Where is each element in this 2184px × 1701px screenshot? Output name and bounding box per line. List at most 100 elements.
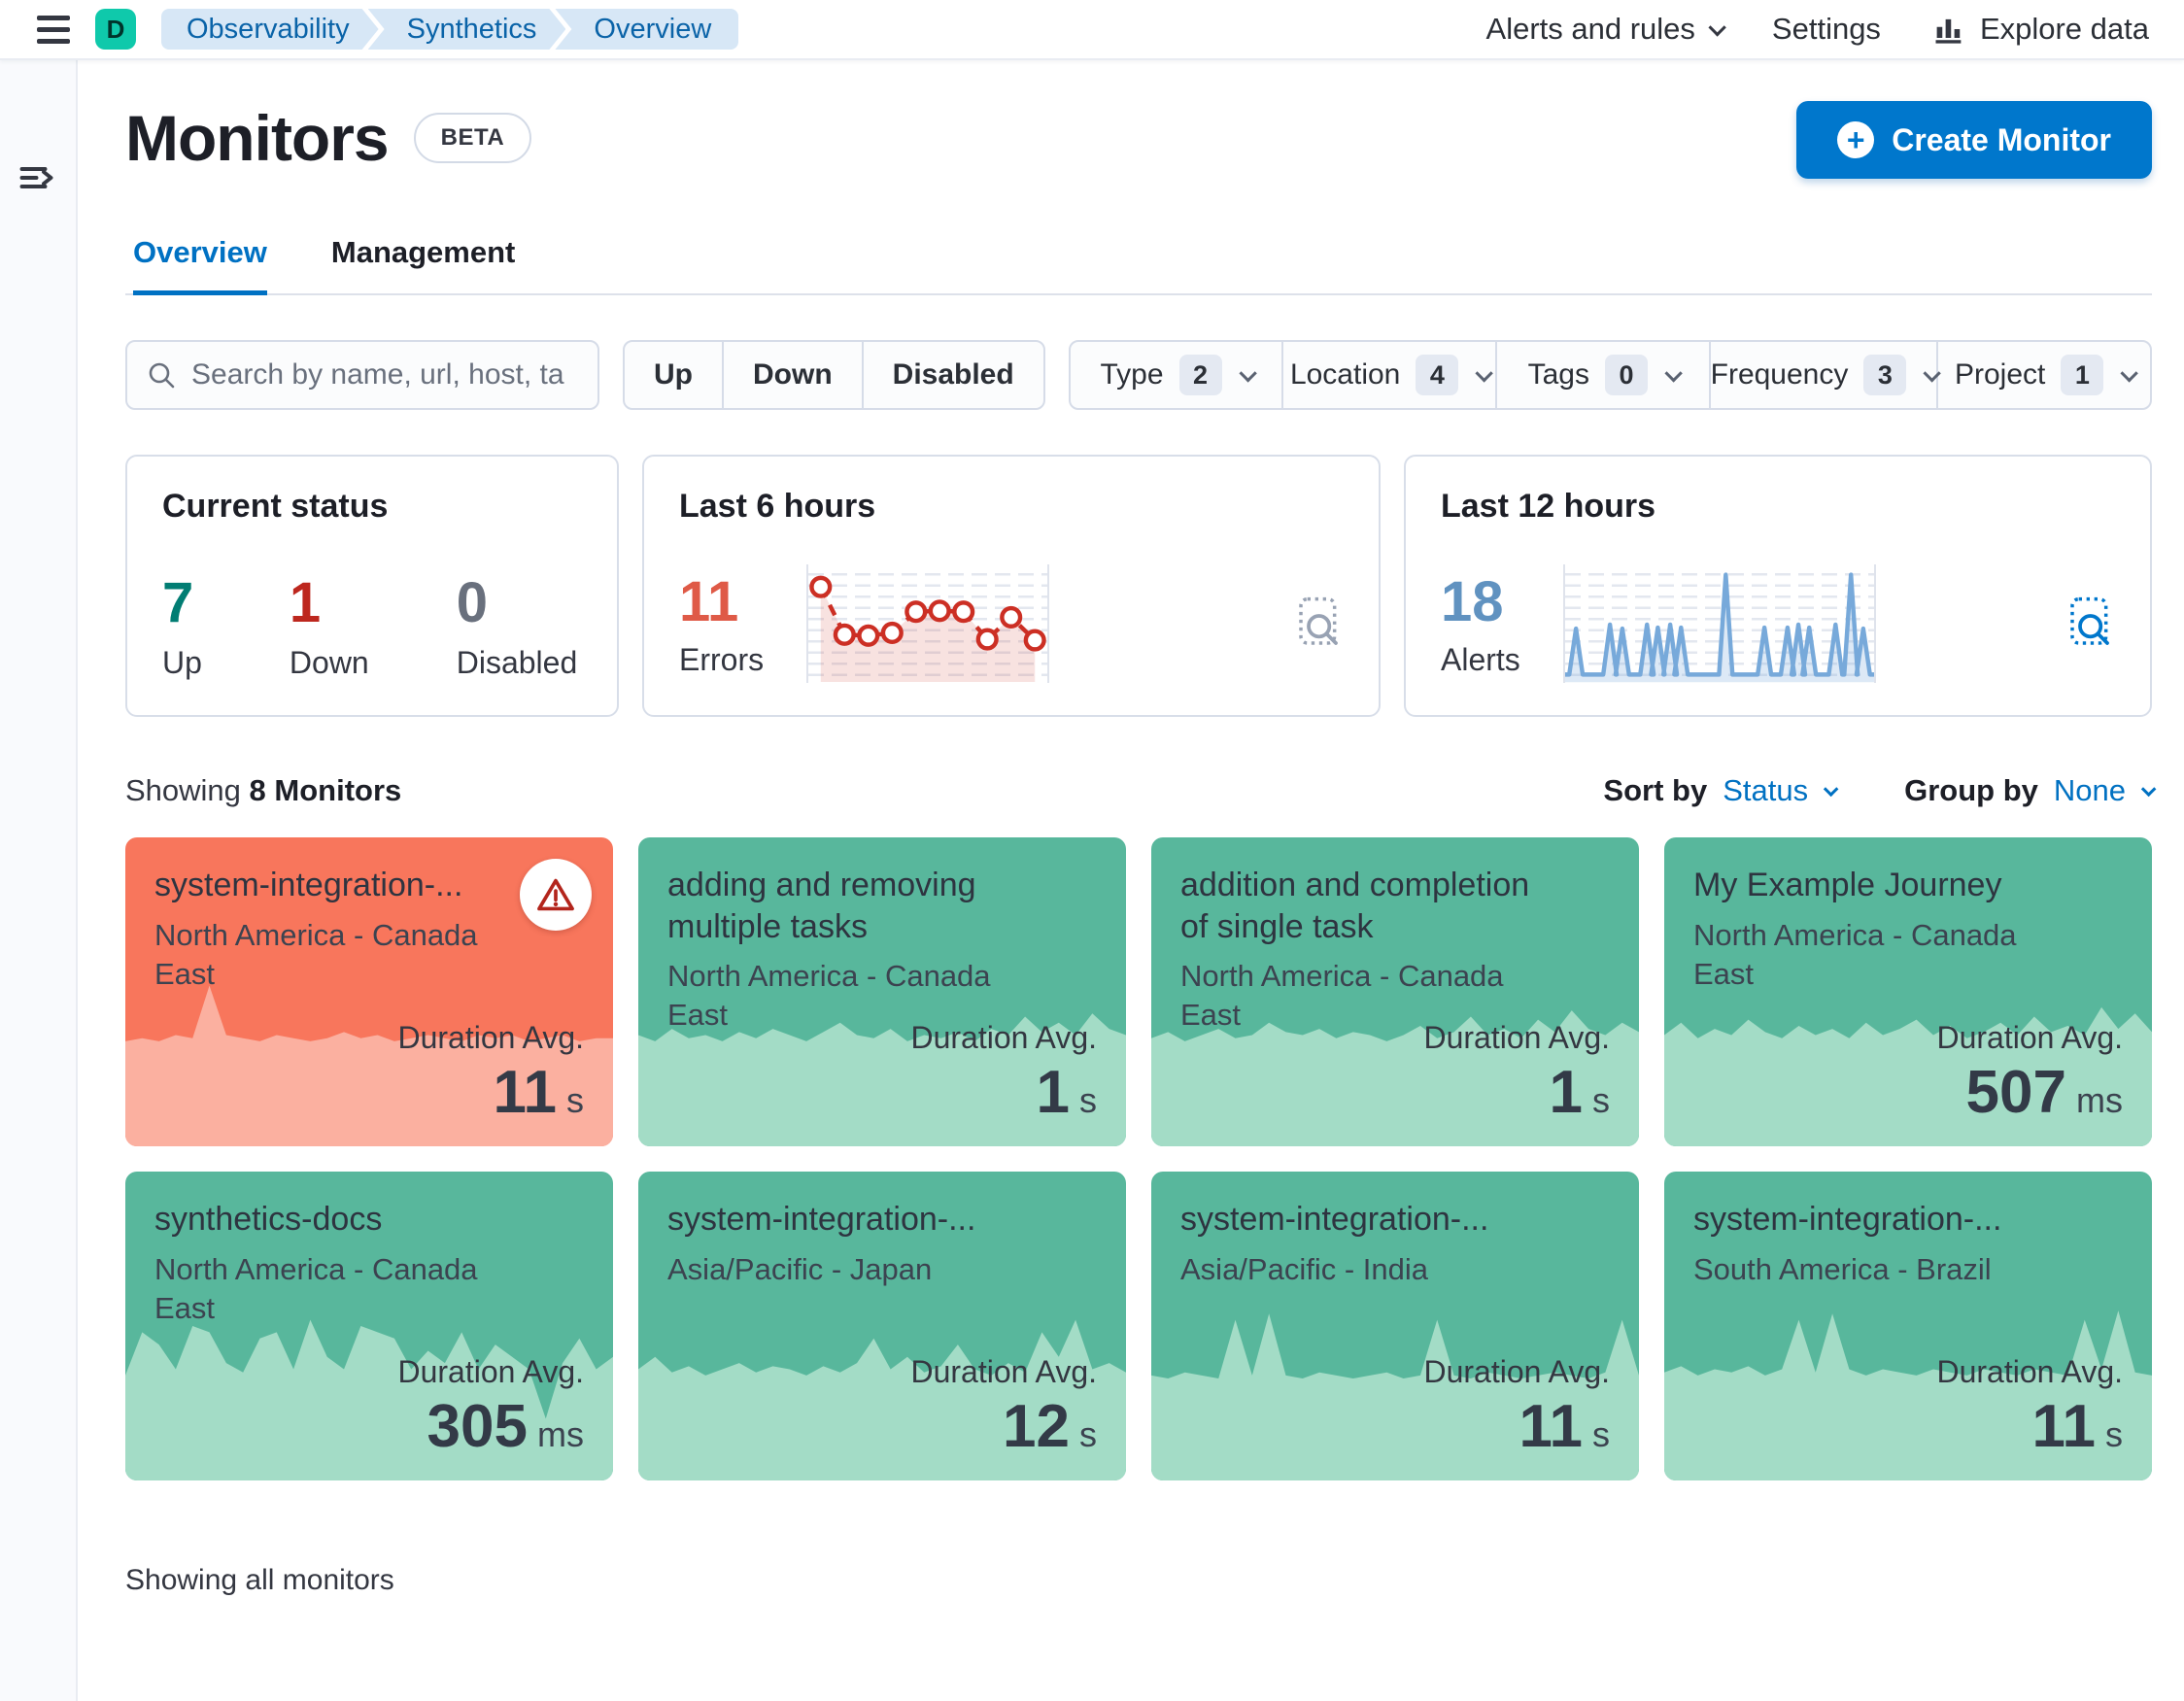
last-6-hours-title: Last 6 hours — [679, 488, 876, 525]
filter-tags[interactable]: Tags 0 — [1494, 342, 1709, 408]
duration-unit: s — [1592, 1414, 1610, 1454]
up-stat: 7 Up — [162, 570, 202, 681]
last-12-hours-title: Last 12 hours — [1441, 488, 1656, 525]
monitor-location: North America - Canada East — [154, 1251, 478, 1325]
monitor-card[interactable]: My Example Journey North America - Canad… — [1664, 837, 2152, 1146]
inspect-icon[interactable] — [2068, 595, 2115, 653]
monitor-name: system-integration-... — [154, 867, 463, 903]
duration-unit: s — [2105, 1414, 2123, 1454]
create-monitor-label: Create Monitor — [1892, 121, 2111, 157]
filter-frequency[interactable]: Frequency 3 — [1708, 342, 1942, 408]
filter-disabled-button[interactable]: Disabled — [861, 342, 1043, 408]
alerts-and-rules-menu[interactable]: Alerts and rules — [1486, 12, 1726, 47]
filter-down-button[interactable]: Down — [722, 342, 862, 408]
warning-icon — [537, 878, 574, 911]
collapsed-sidebar — [0, 60, 78, 1701]
beta-badge: BETA — [413, 113, 532, 163]
duration-value: 305 — [427, 1393, 528, 1460]
hamburger-menu-icon[interactable] — [37, 15, 70, 44]
duration-value: 1 — [1036, 1059, 1070, 1126]
group-by-select[interactable]: Group by None — [1904, 773, 2157, 808]
duration-unit: s — [1079, 1414, 1097, 1454]
monitor-card[interactable]: system-integration-... Asia/Pacific - Ja… — [638, 1172, 1126, 1480]
settings-link[interactable]: Settings — [1772, 12, 1881, 47]
filter-project[interactable]: Project 1 — [1936, 342, 2150, 408]
down-count: 1 — [289, 571, 322, 634]
duration-value: 11 — [2031, 1393, 2096, 1460]
sort-by-select[interactable]: Sort by Status — [1603, 773, 1839, 808]
explore-data-label: Explore data — [1979, 12, 2149, 46]
warning-badge — [520, 859, 592, 931]
filter-project-count: 1 — [2061, 355, 2104, 395]
monitor-location: Asia/Pacific - India — [1180, 1251, 1428, 1286]
filter-type[interactable]: Type 2 — [1071, 342, 1282, 408]
down-stat: 1 Down — [290, 570, 369, 681]
chevron-down-icon — [2120, 363, 2139, 383]
chevron-down-icon — [1664, 363, 1683, 383]
monitor-card[interactable]: system-integration-... North America - C… — [125, 837, 613, 1146]
errors-count: 11 — [679, 570, 739, 633]
filter-location-label: Location — [1289, 358, 1401, 391]
tab-overview[interactable]: Overview — [133, 235, 267, 295]
filter-up-button[interactable]: Up — [625, 342, 722, 408]
monitor-name: system-integration-... — [667, 1201, 976, 1238]
filter-type-count: 2 — [1178, 355, 1222, 395]
filter-location[interactable]: Location 4 — [1281, 342, 1495, 408]
last-6-hours-card: Last 6 hours 11 Errors — [642, 455, 1381, 717]
filter-frequency-label: Frequency — [1710, 358, 1849, 391]
tab-management[interactable]: Management — [331, 235, 515, 293]
sidebar-expand-icon[interactable] — [17, 157, 58, 198]
explore-data-link[interactable]: Explore data — [1931, 12, 2149, 47]
disabled-stat: 0 Disabled — [457, 570, 578, 681]
duration-unit: s — [566, 1080, 584, 1120]
group-by-value: None — [2053, 773, 2126, 807]
duration-avg-label: Duration Avg. — [910, 1354, 1097, 1389]
chevron-down-icon — [1823, 781, 1839, 797]
monitor-name: synthetics-docs — [154, 1201, 383, 1238]
monitor-card[interactable]: adding and removing multiple tasks North… — [638, 837, 1126, 1146]
search-box — [125, 340, 599, 410]
breadcrumb-synthetics[interactable]: Synthetics — [368, 9, 566, 50]
duration-value: 507 — [1965, 1059, 2066, 1126]
create-monitor-button[interactable]: + Create Monitor — [1796, 101, 2152, 179]
monitor-card[interactable]: addition and completion of single task N… — [1151, 837, 1639, 1146]
monitor-card[interactable]: system-integration-... South America - B… — [1664, 1172, 2152, 1480]
filter-location-count: 4 — [1416, 355, 1459, 395]
global-header: D Observability Synthetics Overview Aler… — [0, 0, 2184, 60]
inspect-icon[interactable] — [1297, 595, 1344, 653]
filter-tags-count: 0 — [1604, 355, 1648, 395]
monitor-card[interactable]: synthetics-docs North America - Canada E… — [125, 1172, 613, 1480]
monitor-name: system-integration-... — [1180, 1201, 1489, 1238]
duration-avg-label: Duration Avg. — [1423, 1020, 1610, 1055]
filter-frequency-count: 3 — [1863, 355, 1907, 395]
search-input[interactable] — [191, 358, 578, 391]
errors-label: Errors — [679, 642, 765, 677]
showing-monitors-text: Showing 8 Monitors — [125, 773, 402, 807]
monitor-location: Asia/Pacific - Japan — [667, 1251, 933, 1286]
duration-avg-label: Duration Avg. — [1423, 1354, 1610, 1389]
last-12-hours-card: Last 12 hours 18 Alerts — [1404, 455, 2152, 717]
filter-tags-label: Tags — [1527, 358, 1589, 391]
duration-avg-label: Duration Avg. — [397, 1354, 584, 1389]
search-icon — [149, 362, 175, 389]
monitor-card[interactable]: system-integration-... Asia/Pacific - In… — [1151, 1172, 1639, 1480]
monitor-location: North America - Canada East — [1693, 917, 2017, 991]
monitor-name: adding and removing multiple tasks — [667, 867, 976, 945]
sort-by-value: Status — [1723, 773, 1809, 807]
monitor-grid: system-integration-... North America - C… — [125, 837, 2152, 1480]
duration-unit: s — [1592, 1080, 1610, 1120]
disabled-count: 0 — [456, 571, 488, 634]
monitor-location: North America - Canada East — [154, 917, 478, 991]
page-title: Monitors — [125, 102, 390, 174]
avatar[interactable]: D — [95, 9, 136, 50]
errors-metric: 11 Errors — [679, 569, 764, 678]
duration-value: 1 — [1549, 1059, 1583, 1126]
breadcrumb-overview[interactable]: Overview — [555, 9, 739, 50]
down-label: Down — [289, 645, 369, 680]
breadcrumb-observability[interactable]: Observability — [161, 9, 379, 50]
status-filter-group: Up Down Disabled — [623, 340, 1045, 410]
duration-avg-label: Duration Avg. — [1936, 1020, 2123, 1055]
filter-dropdown-group: Type 2 Location 4 Tags 0 Frequency 3 Pro… — [1068, 340, 2152, 410]
current-status-card: Current status 7 Up 1 Down 0 Disabled — [125, 455, 619, 717]
duration-unit: ms — [537, 1414, 584, 1454]
